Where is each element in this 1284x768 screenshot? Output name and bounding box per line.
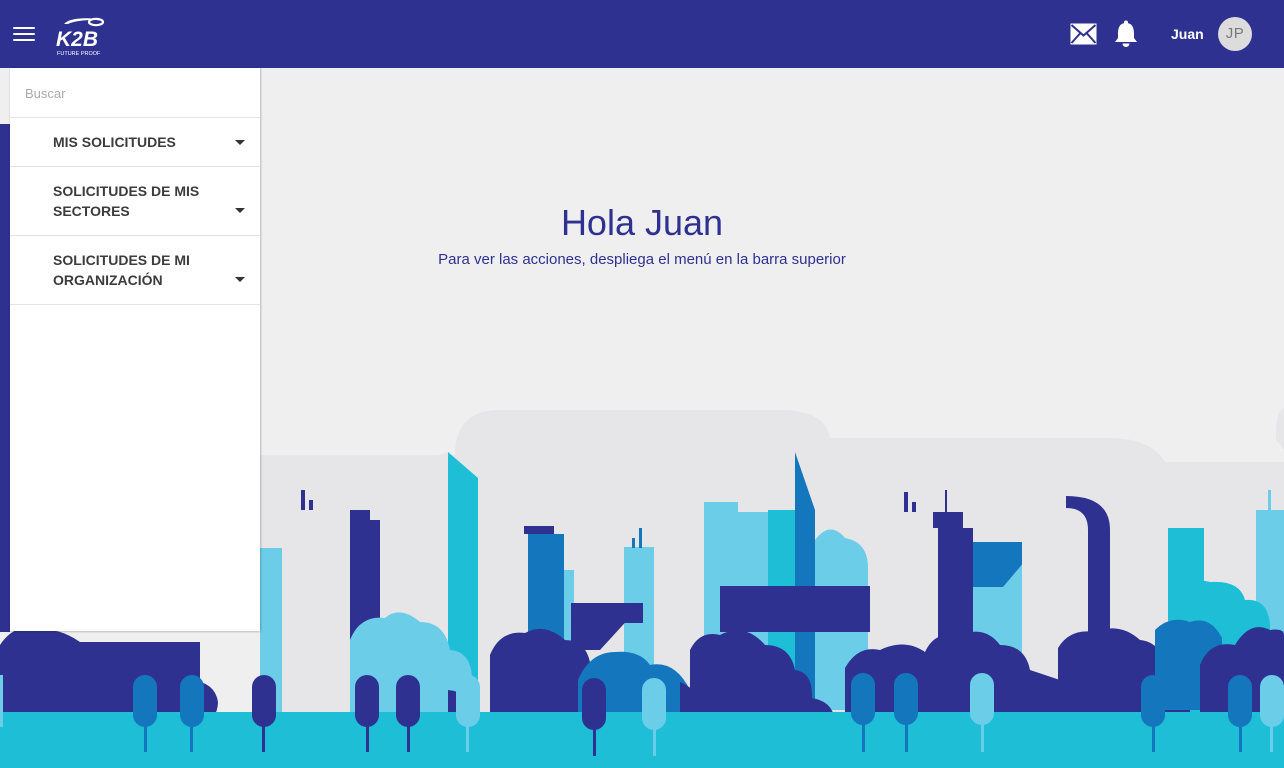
menu-item-solicitudes-de-mi-organizacion[interactable]: SOLICITUDES DE MI ORGANIZACIÓN <box>10 236 260 305</box>
caret-down-icon <box>235 208 245 213</box>
avatar[interactable]: JP <box>1218 17 1252 51</box>
menu-item-label: SOLICITUDES DE MIS SECTORES <box>53 183 200 219</box>
menu-search <box>10 68 260 118</box>
menu-item-solicitudes-de-mis-sectores[interactable]: SOLICITUDES DE MIS SECTORES <box>10 167 260 236</box>
caret-down-icon <box>235 277 245 282</box>
menu-item-mis-solicitudes[interactable]: MIS SOLICITUDES <box>10 118 260 167</box>
side-menu: MIS SOLICITUDES SOLICITUDES DE MIS SECTO… <box>10 68 260 631</box>
top-bar: K2B FUTURE PROOF Juan JP <box>0 0 1284 68</box>
menu-item-label: MIS SOLICITUDES <box>53 134 176 150</box>
logo-text: K2B <box>56 28 98 51</box>
logo-tagline: FUTURE PROOF <box>57 51 101 57</box>
notification-bell-icon[interactable] <box>1113 20 1139 48</box>
menu-item-label: SOLICITUDES DE MI ORGANIZACIÓN <box>53 252 190 288</box>
background-panel-edge <box>0 124 10 632</box>
k2b-logo[interactable]: K2B FUTURE PROOF <box>52 14 110 58</box>
mail-icon[interactable] <box>1070 23 1097 45</box>
caret-down-icon <box>235 140 245 145</box>
hamburger-menu-icon[interactable] <box>13 25 37 43</box>
search-input[interactable] <box>25 82 245 104</box>
user-name[interactable]: Juan <box>1171 26 1204 42</box>
